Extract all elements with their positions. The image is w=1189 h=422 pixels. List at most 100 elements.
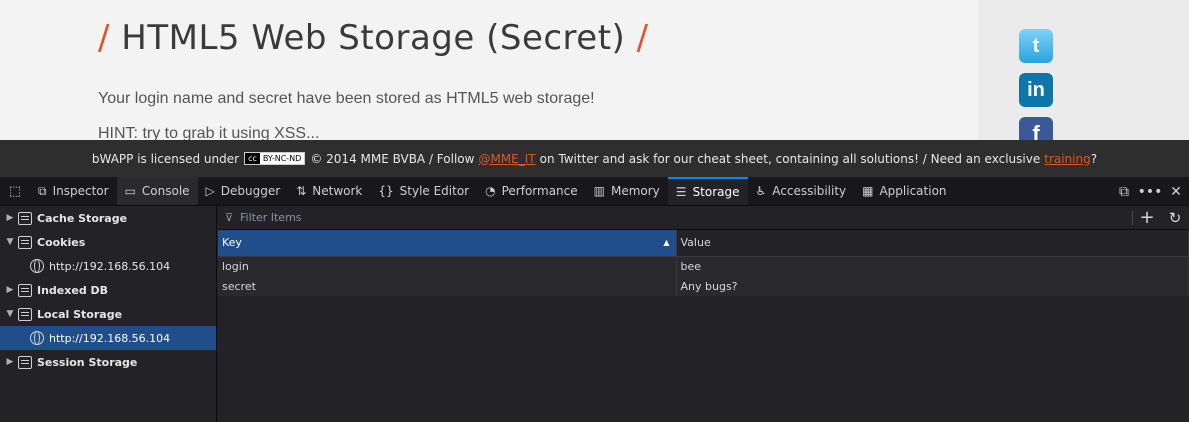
storage-table-panel: ⊽ + ↻ Key ▲ Value (218, 206, 1189, 422)
tree-item-indexed-db[interactable]: ▶ Indexed DB (0, 278, 216, 302)
linkedin-icon[interactable]: in (1019, 73, 1053, 107)
footer-text-4: ? (1090, 151, 1098, 166)
key-cell[interactable]: login (218, 256, 677, 276)
tab-label: Accessibility (772, 184, 847, 198)
storage-type-icon (18, 283, 32, 297)
expand-arrow-icon[interactable]: ▶ (3, 213, 17, 223)
title-text: HTML5 Web Storage (Secret) (121, 18, 626, 58)
column-header-value[interactable]: Value (676, 230, 1189, 257)
tree-label: http://192.168.56.104 (49, 259, 171, 273)
expand-arrow-icon[interactable]: ▶ (3, 285, 17, 295)
footer-text-2: © 2014 MME BVBA / Follow (310, 151, 475, 166)
title-slash-right: / (636, 18, 649, 58)
tree-label: Cache Storage (37, 211, 128, 225)
header-label: Key (222, 236, 242, 250)
devtools-panel: ⬚ ⧉ Inspector ▭ Console ▷ Debugger ⇅ Network… (0, 177, 1189, 422)
dock-side-icon[interactable]: ⧉ (1111, 184, 1137, 200)
tree-item-local-storage-host[interactable]: http://192.168.56.104 (0, 326, 216, 350)
tree-item-cookies[interactable]: ▼ Cookies (0, 230, 216, 254)
storage-table: Key ▲ Value login bee secret Any bugs? (218, 230, 1189, 296)
tree-label: Session Storage (37, 355, 138, 369)
more-options-icon[interactable]: ••• (1137, 184, 1163, 200)
value-cell[interactable]: Any bugs? (676, 276, 1189, 296)
linkedin-glyph: in (1027, 78, 1045, 101)
filter-items-input[interactable] (240, 211, 1132, 224)
application-icon: ▦ (862, 184, 874, 198)
add-item-icon[interactable]: + (1133, 207, 1161, 228)
twitter-handle-link[interactable]: @MME_IT (478, 152, 535, 166)
globe-icon (30, 331, 44, 345)
storage-icon: ☰ (675, 185, 687, 199)
tab-application[interactable]: ▦ Application (854, 177, 954, 205)
tab-network[interactable]: ⇅ Network (288, 177, 370, 205)
close-icon[interactable]: ✕ (1163, 184, 1189, 200)
tab-label: Storage (692, 185, 740, 199)
table-header-row: Key ▲ Value (218, 230, 1189, 257)
tree-item-cookies-host[interactable]: http://192.168.56.104 (0, 254, 216, 278)
filter-bar: ⊽ + ↻ (218, 206, 1189, 230)
tab-label: Inspector (52, 184, 109, 198)
tab-style-editor[interactable]: {} Style Editor (370, 177, 477, 205)
column-header-key[interactable]: Key ▲ (218, 230, 677, 257)
storage-type-icon (18, 307, 32, 321)
training-link[interactable]: training (1044, 152, 1091, 166)
table-row[interactable]: login bee (218, 256, 1189, 276)
tab-memory[interactable]: ▥ Memory (586, 177, 668, 205)
tab-label: Style Editor (399, 184, 470, 198)
title-slash-left: / (98, 18, 110, 58)
tree-item-local-storage[interactable]: ▼ Local Storage (0, 302, 216, 326)
tab-label: Application (879, 184, 947, 198)
tab-performance[interactable]: ◔ Performance (477, 177, 586, 205)
social-sidebar (978, 0, 1189, 140)
cc-license-badge[interactable]: cc BY-NC-ND (244, 152, 306, 165)
cc-license-text: BY-NC-ND (262, 154, 302, 163)
intro-text: Your login name and secret have been sto… (98, 90, 595, 107)
footer-banner: bWAPP is licensed under cc BY-NC-ND © 20… (0, 140, 1189, 177)
footer-text-1: bWAPP is licensed under (91, 151, 240, 166)
tab-label: Memory (610, 184, 660, 198)
tab-label: Console (141, 184, 190, 198)
tab-console[interactable]: ▭ Console (116, 177, 198, 205)
tab-label: Network (312, 184, 363, 198)
storage-type-icon (18, 211, 32, 225)
twitter-glyph: t (1032, 34, 1040, 57)
page-title: / HTML5 Web Storage (Secret) / (98, 18, 649, 58)
tab-storage[interactable]: ☰ Storage (667, 177, 748, 205)
facebook-icon[interactable]: f (1019, 117, 1053, 140)
tab-label: Debugger (220, 184, 281, 198)
storage-type-icon (18, 235, 32, 249)
cc-icon: cc (245, 153, 260, 164)
debugger-icon: ▷ (205, 184, 215, 198)
tree-item-cache-storage[interactable]: ▶ Cache Storage (0, 206, 216, 230)
tab-debugger[interactable]: ▷ Debugger (198, 177, 289, 205)
header-label: Value (680, 236, 711, 250)
collapse-arrow-icon[interactable]: ▼ (3, 237, 17, 247)
network-icon: ⇅ (296, 184, 307, 198)
storage-tree: ▶ Cache Storage ▼ Cookies http://192.168… (0, 206, 217, 422)
twitter-icon[interactable]: t (1019, 29, 1053, 63)
sort-ascending-icon: ▲ (663, 238, 670, 247)
table-row[interactable]: secret Any bugs? (218, 276, 1189, 296)
inspector-icon: ⧉ (38, 183, 47, 198)
tab-accessibility[interactable]: ♿ Accessibility (748, 177, 855, 205)
collapse-arrow-icon[interactable]: ▼ (3, 309, 17, 319)
facebook-glyph: f (1032, 121, 1040, 140)
devtools-toolbar: ⬚ ⧉ Inspector ▭ Console ▷ Debugger ⇅ Network… (0, 177, 1189, 206)
accessibility-icon: ♿ (755, 184, 767, 198)
globe-icon (30, 259, 44, 273)
value-cell[interactable]: bee (676, 256, 1189, 276)
key-cell[interactable]: secret (218, 276, 677, 296)
refresh-icon[interactable]: ↻ (1161, 209, 1189, 227)
filter-icon: ⊽ (224, 211, 234, 224)
expand-arrow-icon[interactable]: ▶ (3, 357, 17, 367)
hint-text: HINT: try to grab it using XSS... (98, 125, 320, 140)
element-picker-icon[interactable]: ⬚ (0, 177, 30, 205)
footer-text-3: on Twitter and ask for our cheat sheet, … (539, 151, 1041, 166)
performance-icon: ◔ (485, 184, 496, 198)
tree-item-session-storage[interactable]: ▶ Session Storage (0, 350, 216, 374)
tab-inspector[interactable]: ⧉ Inspector (30, 177, 117, 205)
tree-label: Local Storage (37, 307, 123, 321)
storage-type-icon (18, 355, 32, 369)
tree-label: Cookies (37, 235, 86, 249)
web-page: / HTML5 Web Storage (Secret) / Your logi… (0, 0, 1189, 140)
